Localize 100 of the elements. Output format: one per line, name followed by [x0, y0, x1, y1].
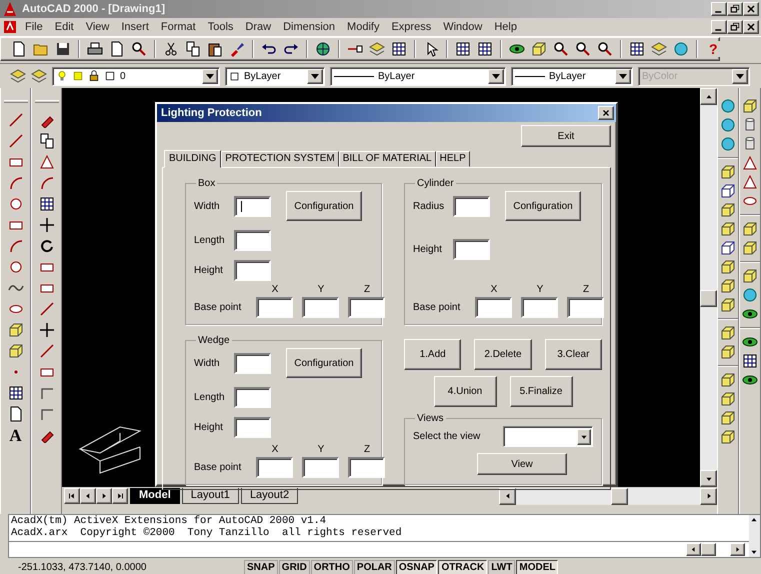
input-field[interactable] — [234, 387, 271, 408]
layout-tab[interactable]: Layout2 — [240, 488, 298, 504]
search-icon[interactable] — [553, 41, 569, 57]
configuration-button[interactable]: Configuration — [286, 348, 362, 378]
tab[interactable]: PROTECTION SYSTEM — [221, 151, 339, 167]
cube-icon[interactable] — [720, 259, 736, 275]
cube-icon[interactable] — [720, 183, 736, 199]
cube-icon[interactable] — [720, 164, 736, 180]
input-field[interactable] — [234, 417, 271, 438]
layers-icon[interactable] — [651, 41, 667, 57]
grid-icon[interactable] — [455, 41, 471, 57]
scrollbar-thumb[interactable] — [611, 488, 628, 504]
scrollbar-thumb[interactable] — [701, 543, 716, 556]
page-icon[interactable] — [11, 41, 27, 57]
search-icon[interactable] — [597, 41, 613, 57]
tab[interactable]: BUILDING — [164, 150, 222, 168]
menu-item[interactable]: Insert — [116, 21, 154, 33]
lineweight-dropdown[interactable]: ByLayer — [511, 66, 633, 86]
app-document-icon[interactable] — [2, 19, 18, 35]
action-button[interactable]: 3.Clear — [544, 339, 602, 370]
arc-icon[interactable] — [8, 238, 24, 254]
sphere-icon[interactable] — [720, 117, 736, 133]
cube-icon[interactable] — [742, 240, 758, 256]
grid-icon[interactable] — [391, 41, 407, 57]
cube-icon[interactable] — [720, 325, 736, 341]
menu-item[interactable]: Format — [156, 21, 201, 33]
search-icon[interactable] — [131, 41, 147, 57]
input-field[interactable] — [521, 297, 558, 318]
copy-icon[interactable] — [38, 133, 54, 149]
sphere-icon[interactable] — [720, 136, 736, 152]
input-field[interactable] — [302, 457, 339, 478]
cross-arrows-icon[interactable] — [38, 322, 54, 338]
cube-icon[interactable] — [8, 322, 24, 338]
circle-icon[interactable] — [8, 259, 24, 275]
close-icon[interactable] — [601, 108, 611, 118]
cube-icon[interactable] — [720, 410, 736, 426]
vertical-scrollbar[interactable] — [700, 88, 717, 487]
cube-icon[interactable] — [742, 98, 758, 114]
search-icon[interactable] — [575, 41, 591, 57]
layer-dropdown[interactable]: 0 — [52, 66, 220, 86]
configuration-button[interactable]: Configuration — [505, 191, 581, 221]
layout-tab[interactable]: Layout1 — [182, 488, 239, 504]
status-toggle[interactable]: OTRACK — [438, 560, 488, 574]
status-toggle[interactable]: ORTHO — [310, 560, 353, 574]
input-field[interactable] — [348, 297, 385, 318]
status-toggle[interactable]: OSNAP — [396, 560, 438, 574]
input-field[interactable] — [234, 260, 271, 281]
action-button[interactable]: 1.Add — [404, 339, 462, 370]
first-page-icon[interactable] — [67, 491, 77, 501]
status-toggle[interactable]: SNAP — [244, 560, 278, 574]
action-button[interactable]: 4.Union — [434, 376, 496, 407]
layout-tab[interactable]: Model — [130, 488, 180, 504]
arc-icon[interactable] — [38, 175, 54, 191]
action-button[interactable]: 2.Delete — [474, 339, 532, 370]
sphere-icon[interactable] — [673, 41, 689, 57]
menu-item[interactable]: Window — [438, 21, 488, 33]
line-icon[interactable] — [38, 301, 54, 317]
cube-icon[interactable] — [720, 221, 736, 237]
menu-item[interactable]: Tools — [202, 21, 238, 33]
input-field[interactable] — [302, 297, 339, 318]
copy-icon[interactable] — [185, 41, 201, 57]
command-input-field[interactable] — [9, 541, 749, 557]
status-toggle[interactable]: POLAR — [354, 560, 395, 574]
scissors-icon[interactable] — [163, 41, 179, 57]
input-field[interactable] — [567, 297, 604, 318]
status-toggle[interactable]: LWT — [488, 560, 516, 574]
view-button[interactable]: View — [477, 453, 567, 475]
input-field[interactable] — [256, 297, 293, 318]
cube-icon[interactable] — [720, 240, 736, 256]
menu-item[interactable]: View — [80, 21, 114, 33]
arc-icon[interactable] — [8, 175, 24, 191]
status-toggle[interactable]: GRID — [278, 560, 310, 574]
sphere-icon[interactable] — [720, 98, 736, 114]
view-dropdown[interactable] — [503, 426, 593, 447]
grid-icon[interactable] — [8, 385, 24, 401]
horizontal-scrollbar[interactable] — [499, 488, 717, 504]
menu-item[interactable]: Edit — [50, 21, 79, 33]
sphere-icon[interactable] — [742, 287, 758, 303]
input-field[interactable] — [475, 297, 512, 318]
scrollbar-thumb[interactable] — [700, 290, 717, 307]
status-toggle[interactable]: MODEL — [516, 560, 558, 574]
grid-icon[interactable] — [742, 353, 758, 369]
cube-icon[interactable] — [742, 268, 758, 284]
input-field[interactable] — [234, 230, 271, 251]
vertical-scrollbar[interactable] — [749, 515, 760, 557]
layers-icon[interactable] — [369, 41, 385, 57]
cube-icon[interactable] — [720, 391, 736, 407]
input-field[interactable] — [453, 196, 490, 216]
circle-icon[interactable] — [8, 196, 24, 212]
close-button[interactable] — [598, 106, 614, 120]
grid-icon[interactable] — [477, 41, 493, 57]
clipboard-icon[interactable] — [207, 41, 223, 57]
input-field[interactable] — [234, 196, 271, 216]
configuration-button[interactable]: Configuration — [286, 191, 362, 221]
page-icon[interactable] — [109, 41, 125, 57]
cross-arrows-icon[interactable] — [38, 217, 54, 233]
cube-icon[interactable] — [742, 221, 758, 237]
menu-item[interactable]: Dimension — [278, 21, 340, 33]
cube-icon[interactable] — [720, 429, 736, 445]
brush-icon[interactable] — [229, 41, 245, 57]
